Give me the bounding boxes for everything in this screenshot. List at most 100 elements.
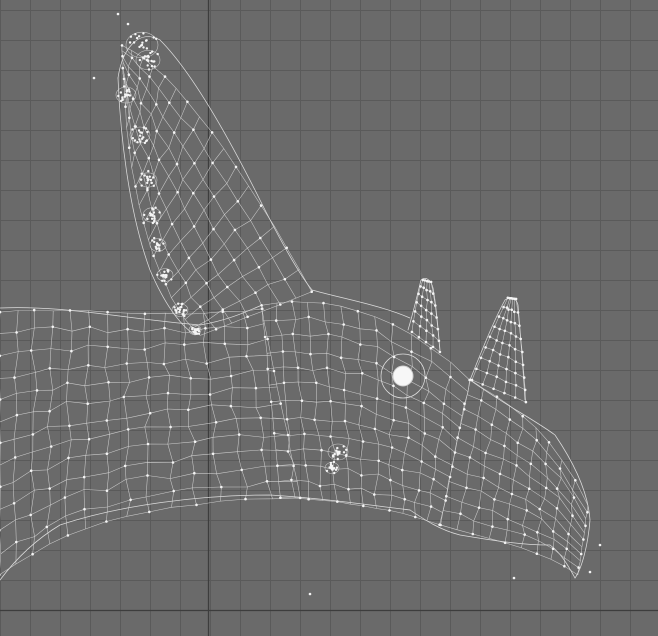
snout-vertex — [577, 566, 580, 569]
neck-edge-loop — [0, 481, 298, 555]
snout-vertex — [445, 494, 448, 498]
nasal-horn-vertex — [509, 332, 513, 335]
neck-vertex — [31, 433, 35, 436]
frill-knob-vertex — [147, 59, 150, 63]
3d-viewport[interactable] — [0, 0, 658, 636]
nasal-horn-vertex — [503, 329, 507, 333]
frill-vertex — [285, 246, 289, 250]
frill-vertex — [192, 191, 195, 195]
frill-knob-vertex — [333, 452, 336, 456]
frill-knob-vertex — [163, 279, 166, 282]
snout-vertex — [527, 487, 531, 491]
frill-knob-vertex — [154, 206, 157, 209]
head-vertex — [285, 418, 289, 421]
frill-knob-vertex — [138, 134, 142, 137]
frill-vertex — [257, 265, 261, 269]
neck-vertex — [49, 445, 53, 448]
nasal-horn-vertex — [502, 316, 505, 320]
head-vertex — [444, 499, 447, 502]
neck-edge-loop — [0, 417, 285, 466]
nasal-horn-vertex — [507, 355, 510, 359]
neck-vertex — [45, 525, 49, 529]
head-vertex — [313, 418, 316, 422]
neck-vertex — [229, 404, 233, 408]
wireframe-mesh[interactable] — [0, 0, 658, 636]
head-edge-ring — [402, 334, 413, 514]
brow-horn-vertex — [435, 316, 438, 319]
snout-vertex — [451, 465, 454, 468]
frill-knob-vertex — [143, 57, 146, 60]
head-vertex — [389, 478, 392, 482]
head-vertex — [327, 332, 330, 336]
neck-vertex — [14, 540, 18, 544]
neck-vertex — [67, 456, 70, 460]
frill-knob-vertex — [128, 90, 131, 93]
snout-vertex — [572, 496, 576, 499]
snout-vertex — [474, 428, 477, 431]
frill-vertex — [232, 258, 236, 262]
frill-knob-vertex — [125, 93, 128, 97]
snout-vertex — [544, 462, 547, 466]
snout-vertex — [482, 476, 485, 480]
selected-vertex-marker[interactable] — [392, 365, 414, 387]
snout-edge-ring — [504, 416, 524, 543]
snout-vertex — [465, 486, 468, 490]
frill-knob-vertex — [149, 178, 152, 182]
frill-vertex — [122, 77, 126, 81]
head-vertex — [329, 435, 332, 438]
head-vertex — [359, 343, 362, 346]
frill-knob-vertex — [139, 140, 142, 143]
head-vertex — [404, 406, 408, 409]
head-vertex — [392, 384, 395, 388]
neck-vertex — [220, 485, 223, 489]
frill-knob-vertex — [150, 59, 153, 63]
head-vertex — [266, 367, 270, 371]
head-vertex — [434, 455, 437, 458]
head-vertex — [286, 450, 290, 453]
neck-vertex — [125, 362, 129, 365]
frill-vertex — [133, 151, 136, 155]
brow-horn-vertex — [412, 320, 415, 323]
brow-horn-vertex — [437, 339, 441, 343]
head-vertex — [325, 366, 329, 370]
frill-knob-vertex — [155, 247, 158, 251]
snout-vertex — [480, 399, 483, 402]
snout-vertex — [547, 441, 551, 444]
neck-edge-ring — [123, 313, 131, 517]
brow-horn-vertex — [418, 324, 422, 328]
frill-knob-vertex — [332, 460, 336, 464]
nasal-horn-vertex — [488, 359, 492, 363]
frill-edge-ring — [153, 148, 225, 257]
head-vertex — [420, 460, 423, 463]
frill-knob-vertex — [153, 236, 156, 240]
frill-edge-ring — [159, 166, 237, 272]
nasal-horn-vertex — [513, 310, 516, 314]
frill-vertex — [148, 75, 151, 78]
head-vertex — [342, 323, 346, 326]
head-vertex — [274, 319, 278, 322]
snout-vertex — [484, 451, 487, 455]
snout-vertex — [563, 564, 566, 568]
nasal-horn-vertex — [502, 305, 505, 309]
frill-vertex — [176, 190, 179, 194]
neck-vertex — [0, 310, 2, 314]
frill-knob-vertex — [151, 221, 155, 225]
brow-horn-vertex — [424, 340, 428, 344]
frill-knob-vertex — [146, 64, 149, 67]
frill-knob-vertex — [178, 310, 181, 314]
head-vertex — [429, 505, 433, 508]
neck-vertex — [214, 421, 218, 424]
head-edge-loop — [265, 333, 465, 404]
frill-vertex — [168, 101, 171, 104]
frill-vertex — [127, 73, 131, 76]
brow-horn-vertex — [425, 318, 429, 322]
neck-vertex — [13, 456, 17, 459]
frill-knob-vertex — [153, 60, 156, 63]
frill-vertex — [147, 156, 151, 160]
neck-vertex — [265, 480, 269, 483]
frill-knob-vertex — [147, 169, 150, 173]
frill-knob-vertex — [145, 139, 149, 142]
frill-knob-vertex — [153, 65, 156, 68]
neck-vertex — [0, 441, 2, 445]
brow-horn-vertex — [428, 290, 432, 293]
